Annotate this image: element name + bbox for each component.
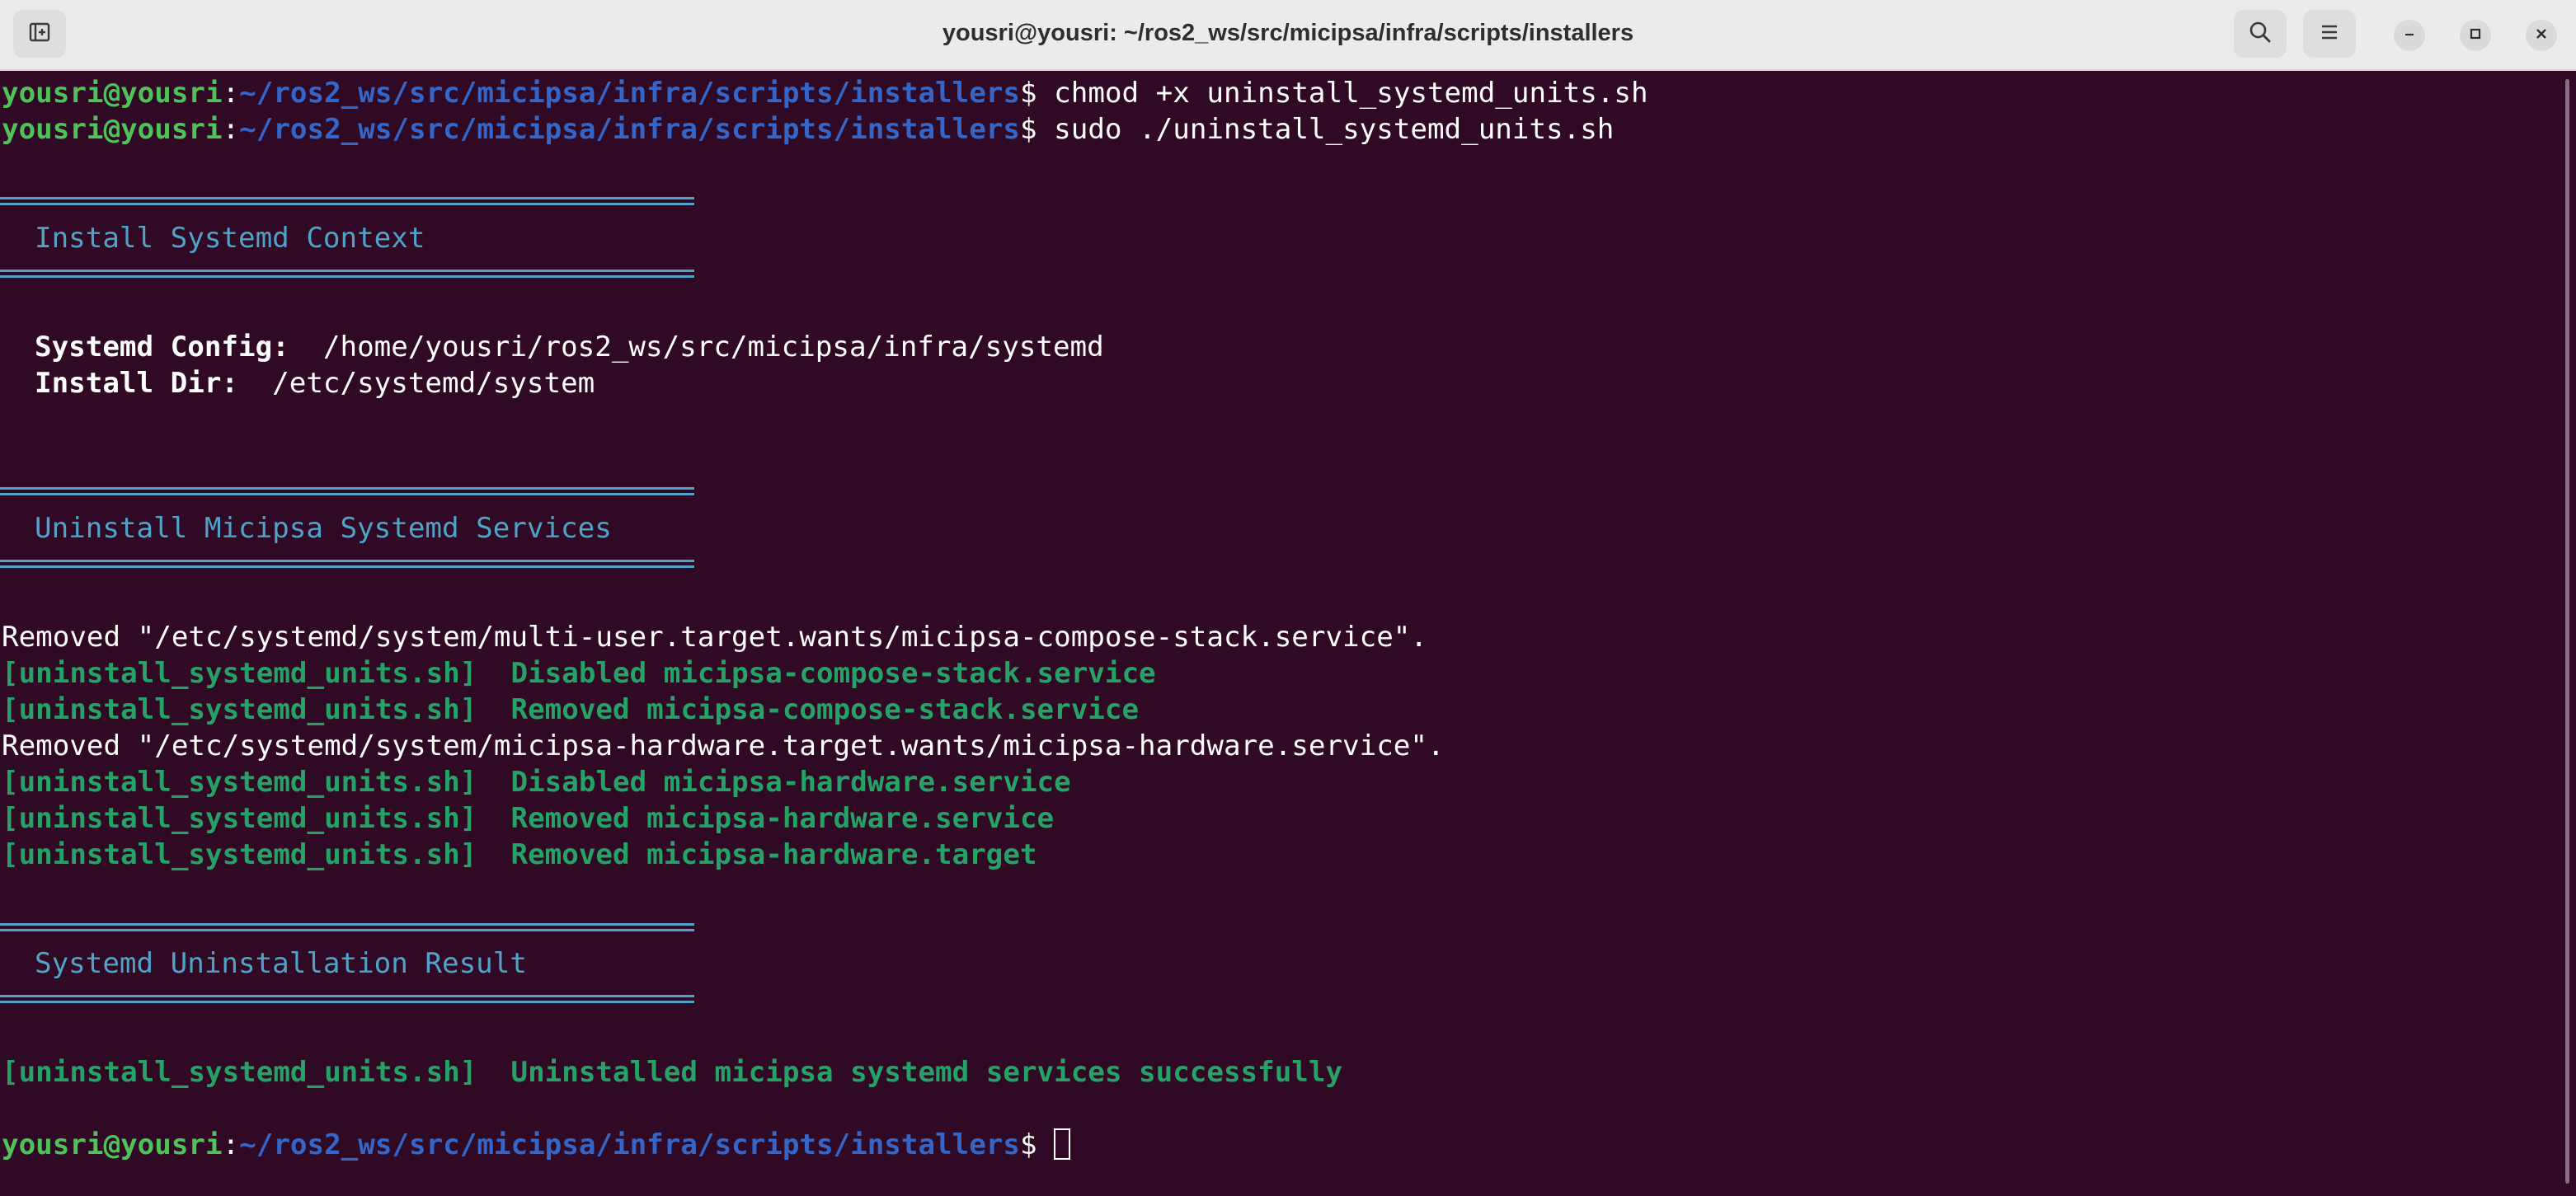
section-divider <box>0 197 694 205</box>
log-tag: [uninstall_systemd_units.sh] <box>2 693 477 726</box>
close-button[interactable] <box>2526 20 2557 51</box>
prompt-colon: : <box>222 77 240 110</box>
command-text: chmod +x uninstall_systemd_units.sh <box>1037 77 1648 110</box>
log-line: [uninstall_systemd_units.sh] Removed mic… <box>2 692 1139 728</box>
log-tag: [uninstall_systemd_units.sh] <box>2 657 477 690</box>
log-text: Disabled micipsa-compose-stack.service <box>477 657 1156 690</box>
context-config: Systemd Config: /home/yousri/ros2_ws/src… <box>35 329 1104 365</box>
text-cursor <box>1054 1128 1071 1160</box>
log-text: Removed micipsa-compose-stack.service <box>477 693 1140 726</box>
output-line: Removed "/etc/systemd/system/multi-user.… <box>2 619 1427 655</box>
terminal-window: yousri@yousri: ~/ros2_ws/src/micipsa/inf… <box>0 0 2576 1196</box>
context-install-dir: Install Dir: /etc/systemd/system <box>35 365 595 401</box>
log-text: Uninstalled micipsa systemd services suc… <box>477 1056 1343 1089</box>
minimize-button[interactable] <box>2394 20 2425 51</box>
log-text: Removed micipsa-hardware.service <box>477 802 1055 835</box>
prompt-user-host: yousri@yousri <box>2 77 223 110</box>
config-label: Systemd Config: <box>35 331 289 363</box>
log-text: Removed micipsa-hardware.target <box>477 838 1037 871</box>
command-line[interactable]: yousri@yousri:~/ros2_ws/src/micipsa/infr… <box>2 1127 1071 1163</box>
section-heading: Uninstall Micipsa Systemd Services <box>35 510 612 546</box>
minimize-icon <box>2402 26 2417 45</box>
prompt-dollar: $ <box>1019 77 1037 110</box>
log-tag: [uninstall_systemd_units.sh] <box>2 766 477 799</box>
section-divider <box>0 487 694 495</box>
output-line: Removed "/etc/systemd/system/micipsa-har… <box>2 728 1445 764</box>
prompt-path: ~/ros2_ws/src/micipsa/infra/scripts/inst… <box>239 1128 1020 1161</box>
maximize-icon <box>2468 26 2483 45</box>
command-line: yousri@yousri:~/ros2_ws/src/micipsa/infr… <box>2 111 1614 148</box>
prompt-colon: : <box>222 113 240 146</box>
section-heading-text: Systemd Uninstallation Result <box>35 947 527 980</box>
search-button[interactable] <box>2234 10 2287 58</box>
prompt-path: ~/ros2_ws/src/micipsa/infra/scripts/inst… <box>239 113 1020 146</box>
log-line: [uninstall_systemd_units.sh] Removed mic… <box>2 837 1037 873</box>
log-line: [uninstall_systemd_units.sh] Disabled mi… <box>2 655 1156 692</box>
log-line: [uninstall_systemd_units.sh] Uninstalled… <box>2 1054 1342 1090</box>
close-icon <box>2534 26 2549 45</box>
prompt-dollar: $ <box>1019 113 1037 146</box>
command-text: sudo ./uninstall_systemd_units.sh <box>1037 113 1615 146</box>
section-heading-text: Uninstall Micipsa Systemd Services <box>35 512 612 545</box>
search-icon <box>2248 20 2273 48</box>
log-line: [uninstall_systemd_units.sh] Removed mic… <box>2 800 1054 837</box>
maximize-button[interactable] <box>2460 20 2491 51</box>
config-value: /home/yousri/ros2_ws/src/micipsa/infra/s… <box>289 331 1104 363</box>
log-text: Disabled micipsa-hardware.service <box>477 766 1071 799</box>
install-dir-value: /etc/systemd/system <box>238 367 595 400</box>
command-line: yousri@yousri:~/ros2_ws/src/micipsa/infr… <box>2 75 1648 111</box>
new-tab-button[interactable] <box>13 10 66 58</box>
new-tab-icon <box>28 21 51 47</box>
install-dir-label: Install Dir: <box>35 367 238 400</box>
section-heading-text: Install Systemd Context <box>35 222 425 255</box>
log-tag: [uninstall_systemd_units.sh] <box>2 1056 477 1089</box>
scrollbar[interactable] <box>2565 79 2569 1184</box>
menu-button[interactable] <box>2303 10 2356 58</box>
hamburger-menu-icon <box>2318 21 2341 47</box>
log-tag: [uninstall_systemd_units.sh] <box>2 838 477 871</box>
prompt-dollar: $ <box>1019 1128 1037 1161</box>
header-bar: yousri@yousri: ~/ros2_ws/src/micipsa/inf… <box>0 0 2576 71</box>
window-title: yousri@yousri: ~/ros2_ws/src/micipsa/inf… <box>942 20 1634 46</box>
prompt-user-host: yousri@yousri <box>2 113 223 146</box>
section-divider <box>0 560 694 568</box>
log-tag: [uninstall_systemd_units.sh] <box>2 802 477 835</box>
prompt-path: ~/ros2_ws/src/micipsa/infra/scripts/inst… <box>239 77 1020 110</box>
prompt-user-host: yousri@yousri <box>2 1128 223 1161</box>
section-heading: Systemd Uninstallation Result <box>35 945 527 982</box>
output-text: Removed "/etc/systemd/system/micipsa-har… <box>2 729 1445 762</box>
section-divider <box>0 270 694 278</box>
section-divider <box>0 923 694 931</box>
section-heading: Install Systemd Context <box>35 220 425 256</box>
output-text: Removed "/etc/systemd/system/multi-user.… <box>2 621 1427 654</box>
log-line: [uninstall_systemd_units.sh] Disabled mi… <box>2 764 1071 800</box>
section-divider <box>0 995 694 1003</box>
prompt-colon: : <box>222 1128 240 1161</box>
